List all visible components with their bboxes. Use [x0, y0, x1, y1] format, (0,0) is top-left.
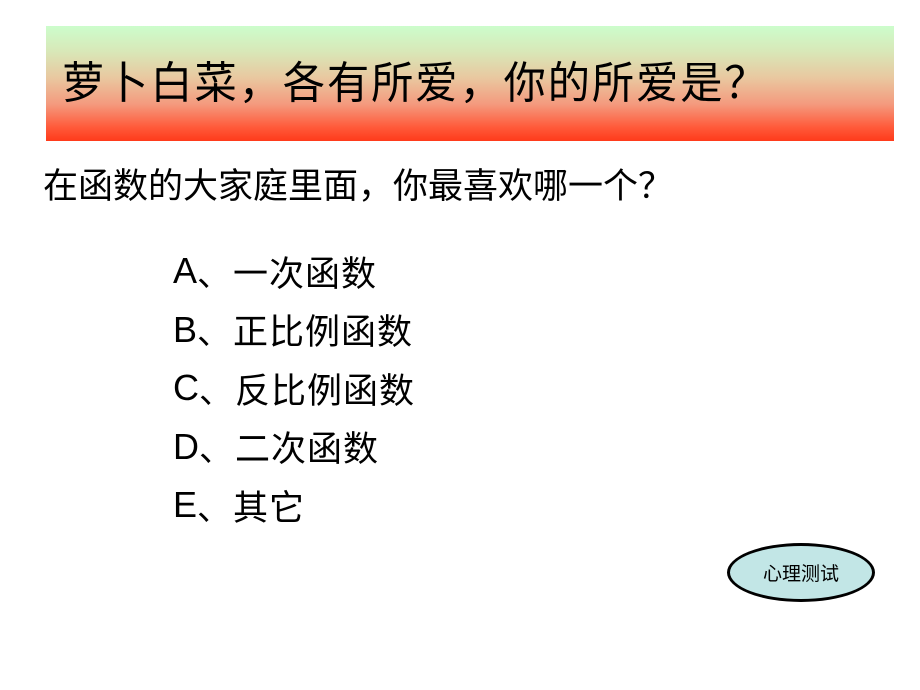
option-text: 反比例函数	[235, 371, 416, 412]
option-text: 二次函数	[235, 430, 380, 471]
option-letter: B	[173, 308, 198, 350]
option-a[interactable]: A、一次函数	[173, 242, 415, 301]
slide-title: 萝卜白菜，各有所爱，你的所爱是？	[62, 58, 769, 109]
option-c[interactable]: C、反比例函数	[173, 359, 415, 418]
psychology-test-button[interactable]: 心理测试	[727, 543, 875, 602]
option-e[interactable]: E、其它	[173, 476, 415, 535]
option-d[interactable]: D、二次函数	[173, 418, 415, 477]
psychology-test-label: 心理测试	[762, 563, 839, 585]
option-text: 一次函数	[233, 254, 378, 295]
option-b[interactable]: B、正比例函数	[173, 301, 415, 360]
option-separator: 、	[199, 430, 233, 471]
option-separator: 、	[197, 488, 232, 529]
option-letter: C	[173, 367, 199, 409]
option-text: 正比例函数	[233, 313, 414, 354]
option-letter: D	[173, 425, 199, 467]
option-separator: 、	[197, 313, 232, 354]
option-letter: E	[173, 484, 198, 526]
option-text: 其它	[233, 488, 306, 529]
option-letter: A	[173, 250, 198, 292]
options-list: A、一次函数 B、正比例函数 C、反比例函数 D、二次函数 E、其它	[173, 242, 415, 535]
option-separator: 、	[197, 254, 232, 295]
title-banner: 萝卜白菜，各有所爱，你的所爱是？	[46, 26, 894, 141]
slide: 萝卜白菜，各有所爱，你的所爱是？ 在函数的大家庭里面，你最喜欢哪一个？ A、一次…	[0, 0, 920, 690]
option-separator: 、	[199, 371, 233, 412]
question-text: 在函数的大家庭里面，你最喜欢哪一个？	[43, 167, 674, 207]
